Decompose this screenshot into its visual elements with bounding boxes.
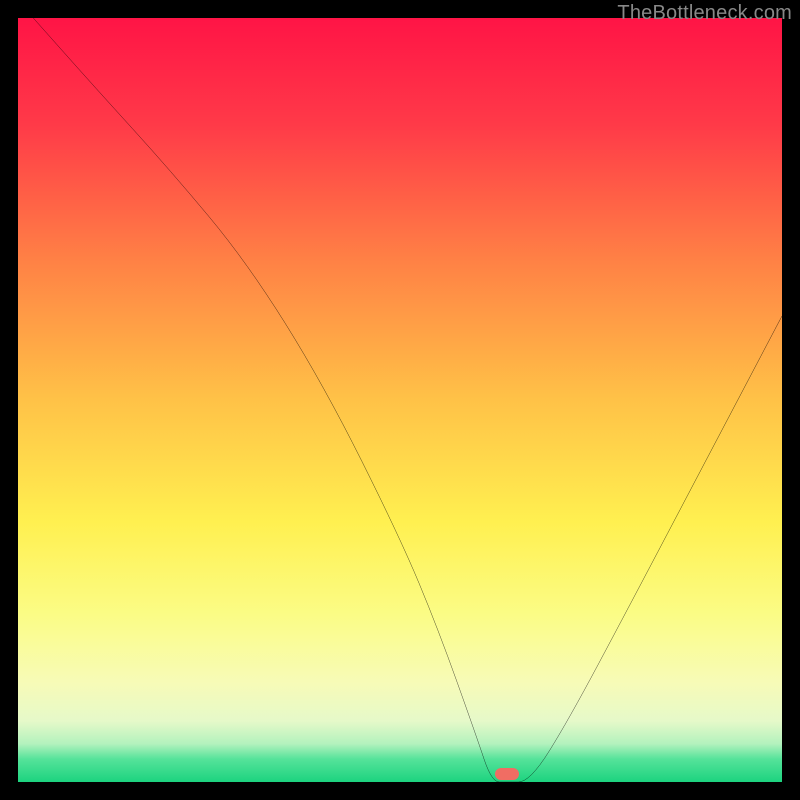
watermark-text: TheBottleneck.com xyxy=(617,2,792,25)
bottleneck-curve xyxy=(18,18,782,782)
optimum-marker xyxy=(495,768,519,780)
chart-frame: TheBottleneck.com xyxy=(0,0,800,800)
curve-path xyxy=(33,18,782,782)
plot-area xyxy=(18,18,782,782)
